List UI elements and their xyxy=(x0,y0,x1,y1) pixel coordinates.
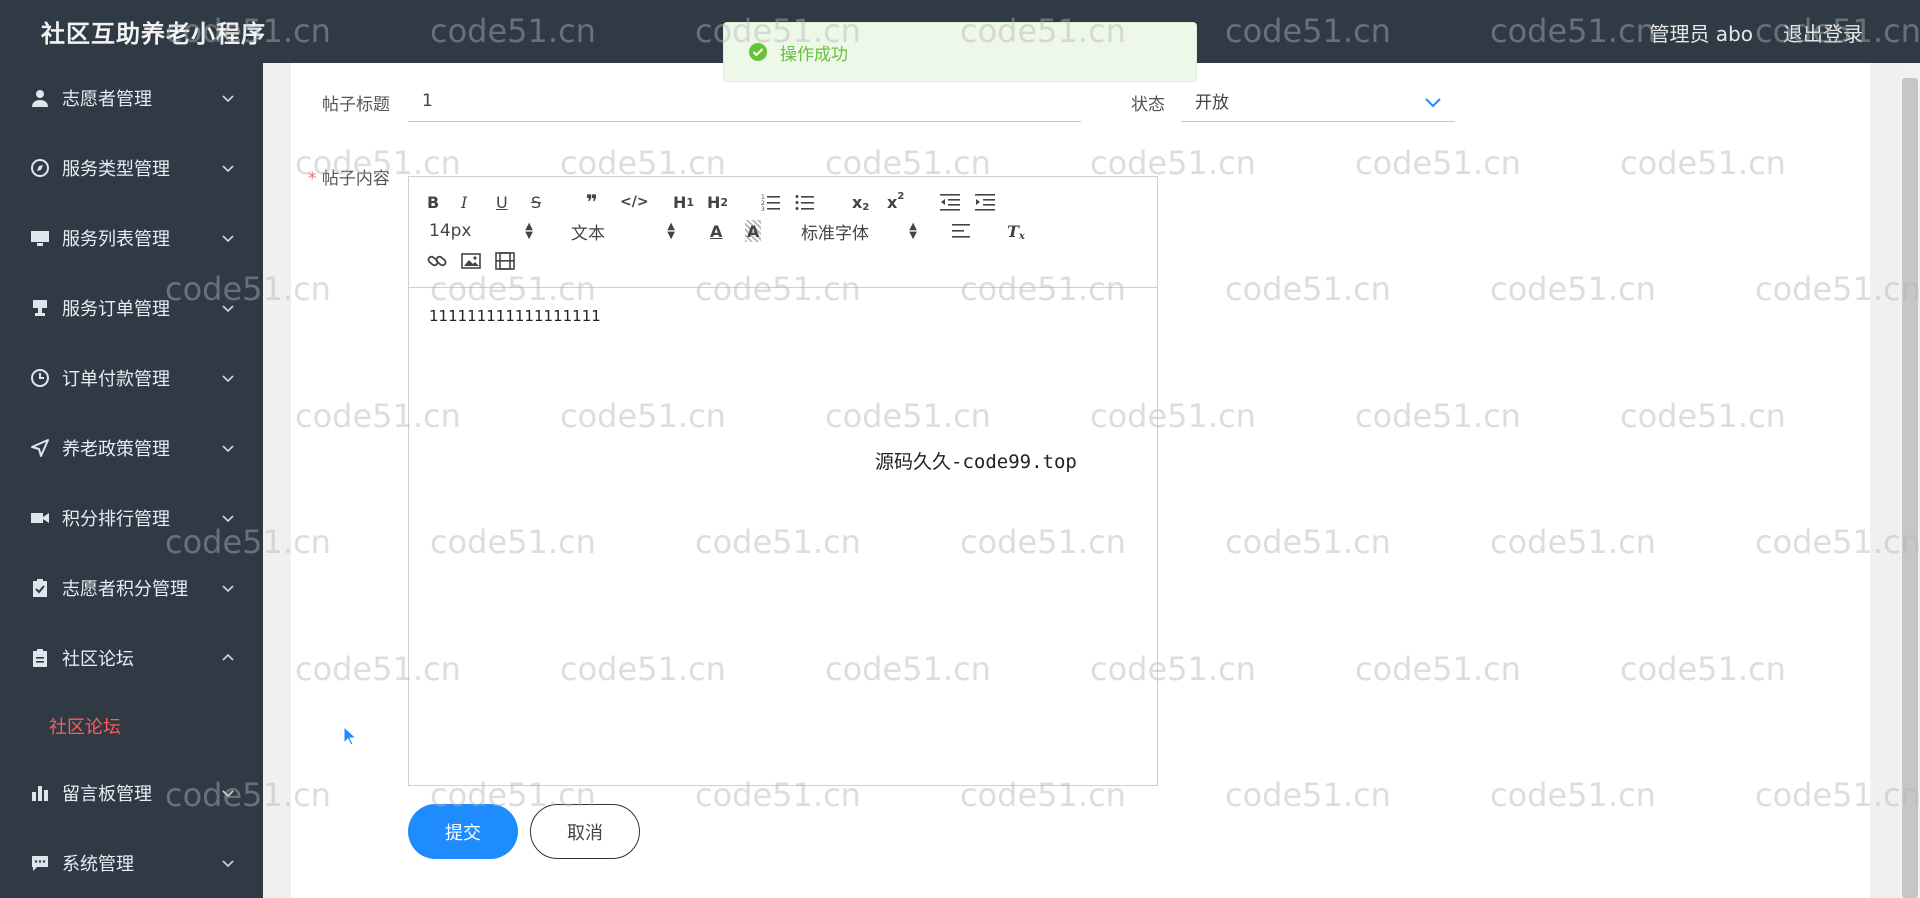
italic-icon[interactable]: I xyxy=(461,191,467,213)
sidebar-item-label: 留言板管理 xyxy=(62,784,152,805)
editor-content[interactable]: 111111111111111111 xyxy=(429,307,601,325)
sidebar-item-service-order[interactable]: 服务订单管理 xyxy=(0,273,263,343)
overlay-watermark-text: 源码久久-code99.top xyxy=(875,451,1077,473)
chevron-down-icon xyxy=(222,305,234,313)
chevron-down-icon xyxy=(222,515,234,523)
font-size-select[interactable]: 14px ▲ ▼ xyxy=(429,220,533,242)
chevron-down-icon xyxy=(222,445,234,453)
chevron-down-icon xyxy=(222,585,234,593)
required-mark: * xyxy=(308,169,317,189)
ordered-list-icon[interactable]: 123 xyxy=(761,191,781,213)
blockquote-icon[interactable]: ❞ xyxy=(586,190,598,214)
heading2-icon[interactable]: H2 xyxy=(707,191,728,213)
svg-text:3: 3 xyxy=(761,206,765,211)
strike-icon[interactable]: S xyxy=(531,191,541,213)
code-block-icon[interactable]: </> xyxy=(620,191,649,213)
rich-text-editor: B I U S ❞ </> H1 H2 123 x2 x2 14px ▲ ▼ 文本… xyxy=(408,176,1158,786)
sidebar-item-policy[interactable]: 养老政策管理 xyxy=(0,413,263,483)
font-family-select[interactable]: 标准字体 ▲ ▼ xyxy=(801,220,917,244)
sidebar-item-label: 系统管理 xyxy=(62,854,134,875)
indent-icon[interactable] xyxy=(975,191,995,213)
user-icon xyxy=(28,86,52,110)
sidebar-item-label: 服务订单管理 xyxy=(62,299,170,320)
title-label: 帖子标题 xyxy=(322,95,390,115)
paragraph-select[interactable]: 文本 ▲ ▼ xyxy=(571,220,675,244)
title-input[interactable]: 1 xyxy=(408,80,1081,122)
image-icon[interactable] xyxy=(461,250,481,272)
chat-icon xyxy=(28,851,52,875)
clock-icon xyxy=(28,366,52,390)
bar-chart-icon xyxy=(28,781,52,805)
heading1-icon[interactable]: H1 xyxy=(673,191,694,213)
sidebar-item-label: 社区论坛 xyxy=(62,649,134,670)
clear-format-icon[interactable]: Tx xyxy=(1007,220,1025,242)
monitor-icon xyxy=(28,226,52,250)
compass-icon xyxy=(28,156,52,180)
sidebar-item-label: 养老政策管理 xyxy=(62,439,170,460)
sidebar-item-service-list[interactable]: 服务列表管理 xyxy=(0,203,263,273)
chevron-down-icon xyxy=(222,235,234,243)
status-label: 状态 xyxy=(1131,95,1165,115)
app-title: 社区互助养老小程序 xyxy=(41,20,266,48)
chevron-down-icon xyxy=(222,95,234,103)
sidebar-item-message-board[interactable]: 留言板管理 xyxy=(0,758,263,828)
toast-message: 操作成功 xyxy=(780,44,848,65)
video-camera-icon xyxy=(28,506,52,530)
success-toast: 操作成功 xyxy=(723,22,1197,82)
chevron-down-icon xyxy=(222,165,234,173)
chevron-down-icon xyxy=(222,790,234,798)
sidebar-item-volunteer[interactable]: 志愿者管理 xyxy=(0,63,263,133)
scrollbar-thumb[interactable] xyxy=(1902,78,1918,898)
send-icon xyxy=(28,436,52,460)
logout-link[interactable]: 退出登录 xyxy=(1783,18,1863,47)
content-label: * 帖子内容 xyxy=(308,169,390,189)
align-left-icon[interactable] xyxy=(952,220,972,242)
chevron-down-icon xyxy=(1425,98,1441,108)
mouse-cursor-icon xyxy=(343,726,357,746)
chevron-up-icon xyxy=(222,653,234,661)
superscript-icon[interactable]: x2 xyxy=(887,191,904,213)
sidebar-item-label: 服务类型管理 xyxy=(62,159,170,180)
check-circle-icon xyxy=(749,43,767,61)
sidebar-item-label: 积分排行管理 xyxy=(62,509,170,530)
title-value: 1 xyxy=(422,90,433,111)
sort-icon: ▲ ▼ xyxy=(667,221,675,241)
sort-icon: ▲ ▼ xyxy=(909,221,917,241)
sidebar-item-system[interactable]: 系统管理 xyxy=(0,828,263,898)
sidebar-subitem-forum[interactable]: 社区论坛 xyxy=(0,693,263,758)
sidebar-item-label: 志愿者积分管理 xyxy=(62,579,188,600)
video-icon[interactable] xyxy=(495,250,515,272)
underline-icon[interactable]: U xyxy=(496,191,508,213)
bold-icon[interactable]: B xyxy=(427,191,439,213)
chevron-down-icon xyxy=(222,860,234,868)
sidebar-item-label: 服务列表管理 xyxy=(62,229,170,250)
clipboard-check-icon xyxy=(28,576,52,600)
sidebar-item-volunteer-points[interactable]: 志愿者积分管理 xyxy=(0,553,263,623)
sort-icon: ▲ ▼ xyxy=(525,221,533,241)
sidebar-item-points-rank[interactable]: 积分排行管理 xyxy=(0,483,263,553)
editor-toolbar: B I U S ❞ </> H1 H2 123 x2 x2 14px ▲ ▼ 文本… xyxy=(409,177,1157,288)
font-color-icon[interactable]: A xyxy=(710,220,722,242)
top-right-links: 管理员 abo 退出登录 xyxy=(1649,18,1863,47)
outdent-icon[interactable] xyxy=(940,191,960,213)
sidebar-item-order-payment[interactable]: 订单付款管理 xyxy=(0,343,263,413)
admin-user: 管理员 abo xyxy=(1649,22,1753,46)
background-color-icon[interactable]: A xyxy=(745,220,762,242)
submit-button[interactable]: 提交 xyxy=(408,804,518,859)
link-icon[interactable] xyxy=(427,250,447,272)
chevron-down-icon xyxy=(222,375,234,383)
stamp-icon xyxy=(28,296,52,320)
status-value: 开放 xyxy=(1195,93,1229,113)
subscript-icon[interactable]: x2 xyxy=(852,191,869,213)
status-select[interactable]: 开放 xyxy=(1181,80,1455,122)
sidebar-item-label: 志愿者管理 xyxy=(62,89,152,110)
sidebar-item-label: 订单付款管理 xyxy=(62,369,170,390)
sidebar: 志愿者管理 服务类型管理 服务列表管理 服务订单管理 订单付款管理 养老政策管理… xyxy=(0,63,263,898)
sidebar-item-forum[interactable]: 社区论坛 xyxy=(0,623,263,693)
cancel-button[interactable]: 取消 xyxy=(530,804,640,859)
bullet-list-icon[interactable] xyxy=(795,191,815,213)
clipboard-icon xyxy=(28,646,52,670)
sidebar-item-service-type[interactable]: 服务类型管理 xyxy=(0,133,263,203)
